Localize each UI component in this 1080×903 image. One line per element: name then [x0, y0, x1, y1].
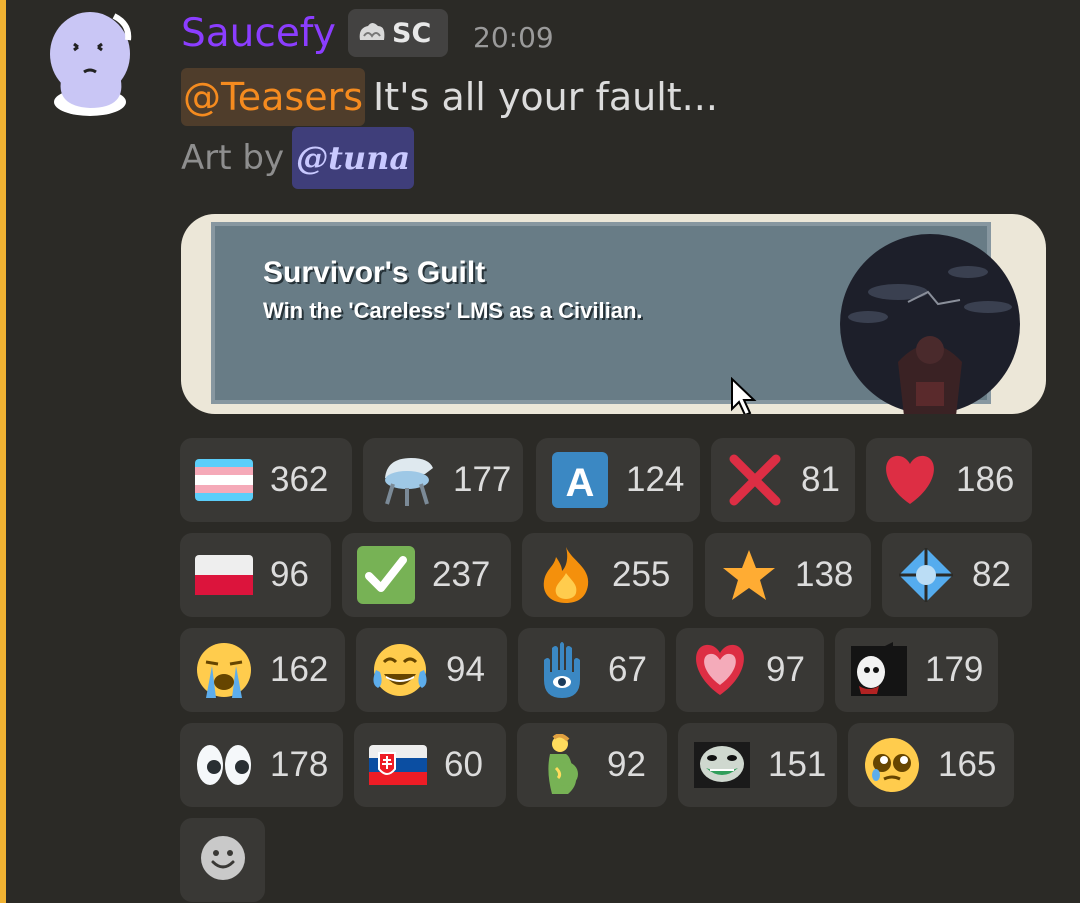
- star-icon: [719, 545, 779, 605]
- check-mark-button-icon: [356, 545, 416, 605]
- reaction-count: 237: [432, 555, 491, 594]
- diamond-shape-with-dot-icon: [896, 545, 956, 605]
- reaction-custom-skull[interactable]: 179: [835, 628, 998, 712]
- tag-icon: [358, 20, 386, 46]
- reaction-fire[interactable]: 255: [522, 533, 693, 617]
- reaction-count: 92: [607, 745, 646, 784]
- reaction-count: 124: [626, 460, 685, 499]
- pleading-face-icon: [862, 735, 922, 795]
- reaction-count: 177: [453, 460, 512, 499]
- add-reaction-button[interactable]: [180, 818, 265, 902]
- reaction-count: 138: [795, 555, 854, 594]
- reaction-cross-mark[interactable]: 81: [711, 438, 855, 522]
- hamsa-icon: [532, 640, 592, 700]
- tears-of-joy-face-icon: [370, 640, 430, 700]
- custom-skull-character-icon: [849, 640, 909, 700]
- reaction-count: 178: [270, 745, 329, 784]
- author-username[interactable]: Saucefy: [181, 8, 336, 60]
- loudly-crying-face-icon: [194, 640, 254, 700]
- reaction-check-mark[interactable]: 237: [342, 533, 511, 617]
- reaction-custom-green-grin[interactable]: 151: [678, 723, 837, 807]
- poland-flag-icon: [194, 545, 254, 605]
- reaction-blue-diamond[interactable]: 82: [882, 533, 1032, 617]
- reaction-hamsa[interactable]: 67: [518, 628, 665, 712]
- achievement-description: Win the 'Careless' LMS as a Civilian.: [263, 298, 643, 323]
- reaction-count: 81: [801, 460, 840, 499]
- custom-green-grin-icon: [692, 735, 752, 795]
- avatar[interactable]: [44, 6, 136, 116]
- reaction-satellite-dish[interactable]: 177: [363, 438, 523, 522]
- reaction-red-heart[interactable]: 186: [866, 438, 1032, 522]
- reaction-star[interactable]: 138: [705, 533, 871, 617]
- mention-tuna[interactable]: @tuna: [292, 127, 415, 189]
- transgender-flag-icon: [194, 450, 254, 510]
- reaction-pleading-face[interactable]: 165: [848, 723, 1014, 807]
- reaction-count: 255: [612, 555, 671, 594]
- mention-highlight-bar: [0, 0, 6, 903]
- reaction-letter-a[interactable]: A 124: [536, 438, 700, 522]
- mention-teasers[interactable]: @Teasers: [181, 68, 366, 126]
- achievement-badge-icon: [838, 232, 1022, 414]
- tag-label: SC: [392, 17, 432, 49]
- timestamp[interactable]: 20:09: [473, 16, 554, 60]
- reaction-count: 82: [972, 555, 1011, 594]
- satellite-dish-icon: [377, 450, 437, 510]
- reaction-count: 186: [956, 460, 1015, 499]
- reaction-loudly-crying[interactable]: 162: [180, 628, 345, 712]
- art-credit-prefix: Art by: [181, 138, 285, 178]
- art-credit: Art by @tuna: [181, 127, 415, 189]
- message-content: @Teasers It's all your fault...: [181, 68, 718, 126]
- reaction-count: 97: [766, 650, 805, 689]
- reaction-count: 165: [938, 745, 997, 784]
- reaction-tears-of-joy[interactable]: 94: [356, 628, 507, 712]
- reaction-count: 151: [768, 745, 827, 784]
- reaction-slovakia-flag[interactable]: 60: [354, 723, 506, 807]
- reaction-eyes[interactable]: 178: [180, 723, 343, 807]
- achievement-image[interactable]: Survivor's Guilt Win the 'Careless' LMS …: [181, 214, 1046, 414]
- growing-heart-icon: [690, 640, 750, 700]
- reaction-transgender-flag[interactable]: 362: [180, 438, 352, 522]
- slovakia-flag-icon: [368, 735, 428, 795]
- red-heart-icon: [880, 450, 940, 510]
- reaction-count: 179: [925, 650, 984, 689]
- reaction-count: 67: [608, 650, 647, 689]
- reaction-count: 162: [270, 650, 329, 689]
- reaction-count: 362: [270, 460, 329, 499]
- server-tag[interactable]: SC: [348, 9, 448, 57]
- reaction-count: 94: [446, 650, 485, 689]
- eyes-icon: [194, 735, 254, 795]
- cross-mark-icon: [725, 450, 785, 510]
- reaction-poland-flag[interactable]: 96: [180, 533, 331, 617]
- reaction-pregnant-person[interactable]: 92: [517, 723, 667, 807]
- reaction-count: 60: [444, 745, 483, 784]
- fire-icon: [536, 545, 596, 605]
- mouse-cursor-icon: [730, 376, 758, 414]
- pregnant-person-icon: [531, 734, 591, 795]
- smiley-add-icon: [199, 834, 247, 886]
- message-text: It's all your fault...: [373, 75, 718, 119]
- svg-text:A: A: [566, 461, 595, 505]
- letter-a-button-icon: A: [550, 450, 610, 510]
- reaction-growing-heart[interactable]: 97: [676, 628, 824, 712]
- achievement-title: Survivor's Guilt: [263, 256, 486, 289]
- achievement-panel: Survivor's Guilt Win the 'Careless' LMS …: [211, 222, 1020, 414]
- reaction-count: 96: [270, 555, 309, 594]
